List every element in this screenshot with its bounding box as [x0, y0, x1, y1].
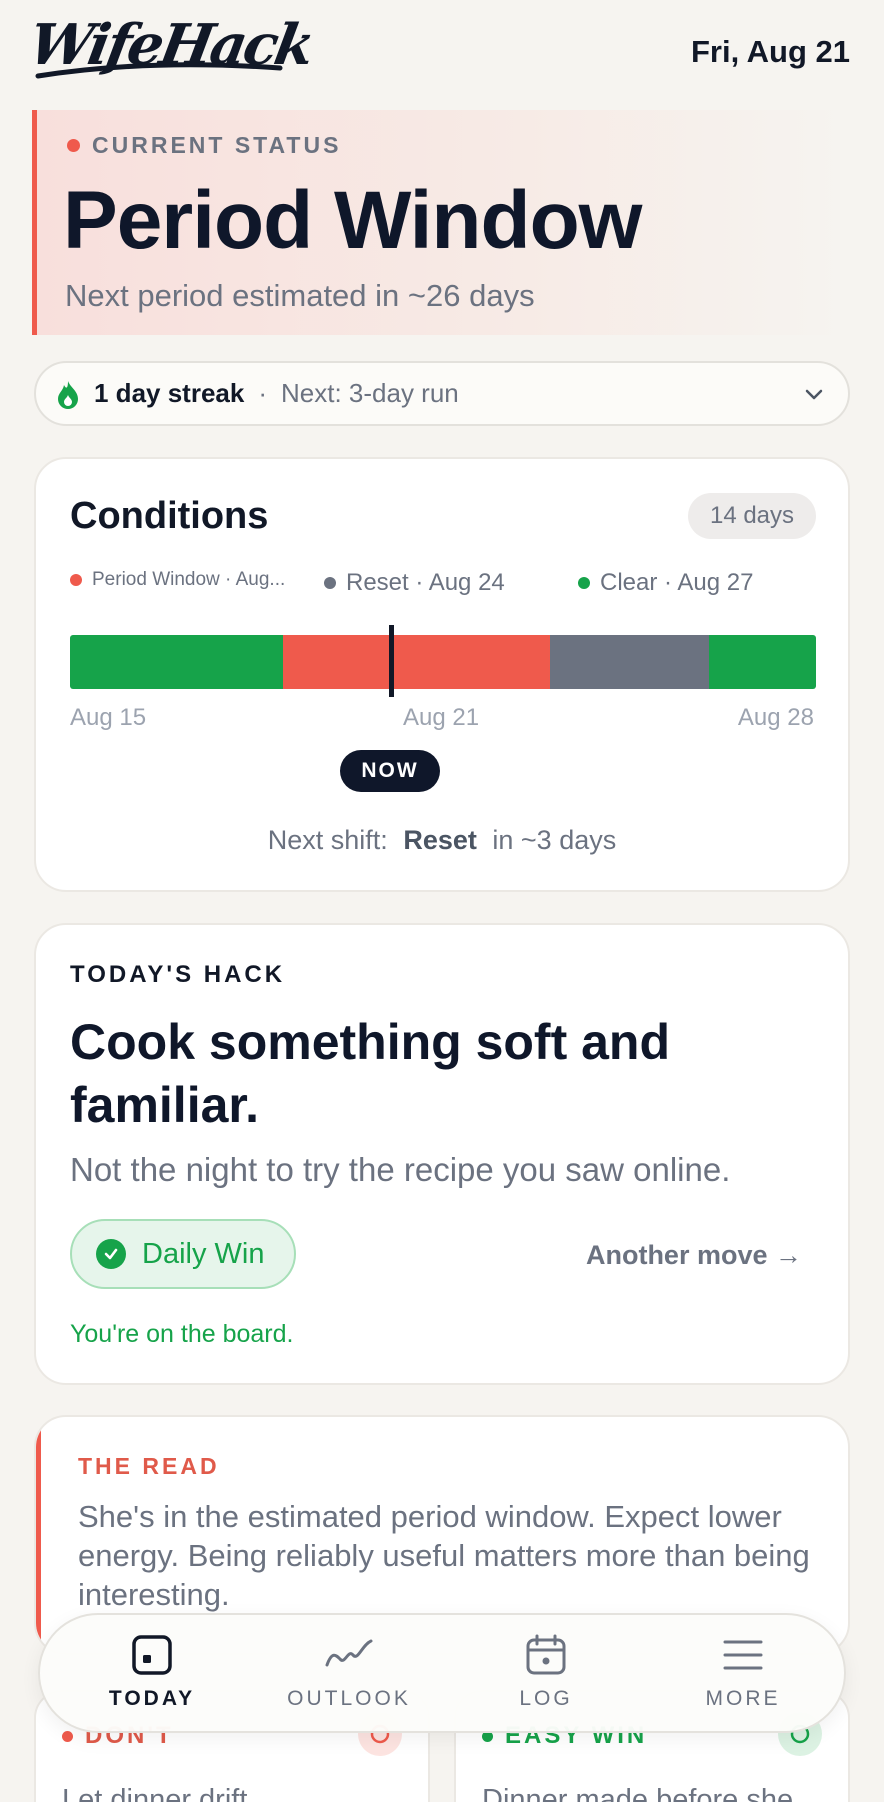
range-badge[interactable]: 14 days — [688, 493, 816, 539]
streak-count: 1 day streak — [94, 378, 245, 408]
streak-separator: · — [258, 378, 267, 408]
status-label: CURRENT STATUS — [92, 132, 342, 158]
hack-label: TODAY'S HACK — [70, 961, 286, 988]
next-shift-text: Next shift: Reset in ~3 days — [267, 825, 617, 855]
flame-icon — [58, 380, 78, 409]
streak-dropdown[interactable]: 1 day streak · Next: 3-day run — [34, 361, 850, 426]
daily-win-button[interactable]: Daily Win — [70, 1219, 296, 1289]
legend-item-period: Period Window · Aug... — [70, 569, 285, 591]
read-text: She's in the estimated period window. Ex… — [78, 1499, 810, 1612]
logo-swoosh-icon — [35, 62, 283, 79]
nav-more-label: MORE — [705, 1687, 781, 1710]
nav-log-label: LOG — [519, 1687, 573, 1710]
board-confirmation: You're on the board. — [70, 1320, 294, 1348]
timeline-end-label: Aug 28 — [737, 704, 814, 731]
menu-icon — [723, 1640, 763, 1670]
timeline-start-label: Aug 15 — [70, 704, 147, 731]
dont-dot-icon — [62, 1730, 73, 1742]
bottom-nav: TODAY OUTLOOK LOG MORE — [38, 1613, 846, 1733]
hack-subtitle: Not the night to try the recipe you saw … — [70, 1151, 731, 1188]
nav-outlook[interactable]: OUTLOOK — [269, 1633, 429, 1711]
calendar-icon — [526, 1634, 566, 1675]
conditions-card: Conditions 14 days Period Window · Aug..… — [34, 457, 850, 892]
legend-dot-icon — [578, 577, 590, 589]
streak-next-goal: Next: 3-day run — [281, 378, 459, 408]
status-subtitle: Next period estimated in ~26 days — [65, 278, 535, 313]
nav-today[interactable]: TODAY — [72, 1633, 232, 1711]
nav-log[interactable]: LOG — [466, 1633, 626, 1711]
status-title: Period Window — [63, 175, 642, 266]
accent-bar — [36, 1417, 41, 1653]
hack-title: Cook something soft and familiar. — [70, 1014, 670, 1133]
legend-dot-icon — [70, 574, 82, 586]
nav-more[interactable]: MORE — [663, 1633, 823, 1711]
timeline-segment-clear — [709, 635, 816, 689]
dont-text: Let dinner drift — [62, 1784, 248, 1802]
check-circle-icon — [96, 1239, 126, 1269]
current-date: Fri, Aug 21 — [690, 34, 850, 69]
status-dot-icon — [67, 139, 80, 152]
legend-item-reset: Reset · Aug 24 — [324, 569, 505, 597]
timeline-segment-reset — [549, 635, 710, 689]
nav-today-label: TODAY — [108, 1687, 196, 1710]
current-status-panel: CURRENT STATUS Period Window Next period… — [32, 110, 850, 335]
timeline-segment-period-window — [282, 635, 550, 689]
condition-timeline — [70, 625, 816, 697]
legend-item-clear: Clear · Aug 27 — [578, 569, 753, 597]
timeline-mid-label: Aug 21 — [403, 704, 480, 731]
trend-icon — [325, 1639, 373, 1667]
todays-hack-card: TODAY'S HACK Cook something soft and fam… — [34, 923, 850, 1385]
conditions-title: Conditions — [70, 495, 269, 537]
next-shift-state: Reset — [403, 825, 477, 855]
chevron-down-icon — [805, 389, 823, 400]
now-marker-label: NOW — [340, 750, 440, 792]
now-marker-line — [388, 625, 394, 697]
legend-dot-icon — [324, 577, 336, 589]
easy-win-text: Dinner made before she — [482, 1784, 794, 1802]
timeline-segment-clear — [70, 635, 283, 689]
read-label: THE READ — [78, 1453, 220, 1479]
nav-outlook-label: OUTLOOK — [287, 1687, 411, 1710]
another-move-link[interactable]: Another move → — [586, 1240, 802, 1271]
app-header: WifeHack Fri, Aug 21 — [0, 0, 884, 100]
daily-win-label: Daily Win — [142, 1237, 265, 1270]
today-icon — [132, 1635, 172, 1675]
